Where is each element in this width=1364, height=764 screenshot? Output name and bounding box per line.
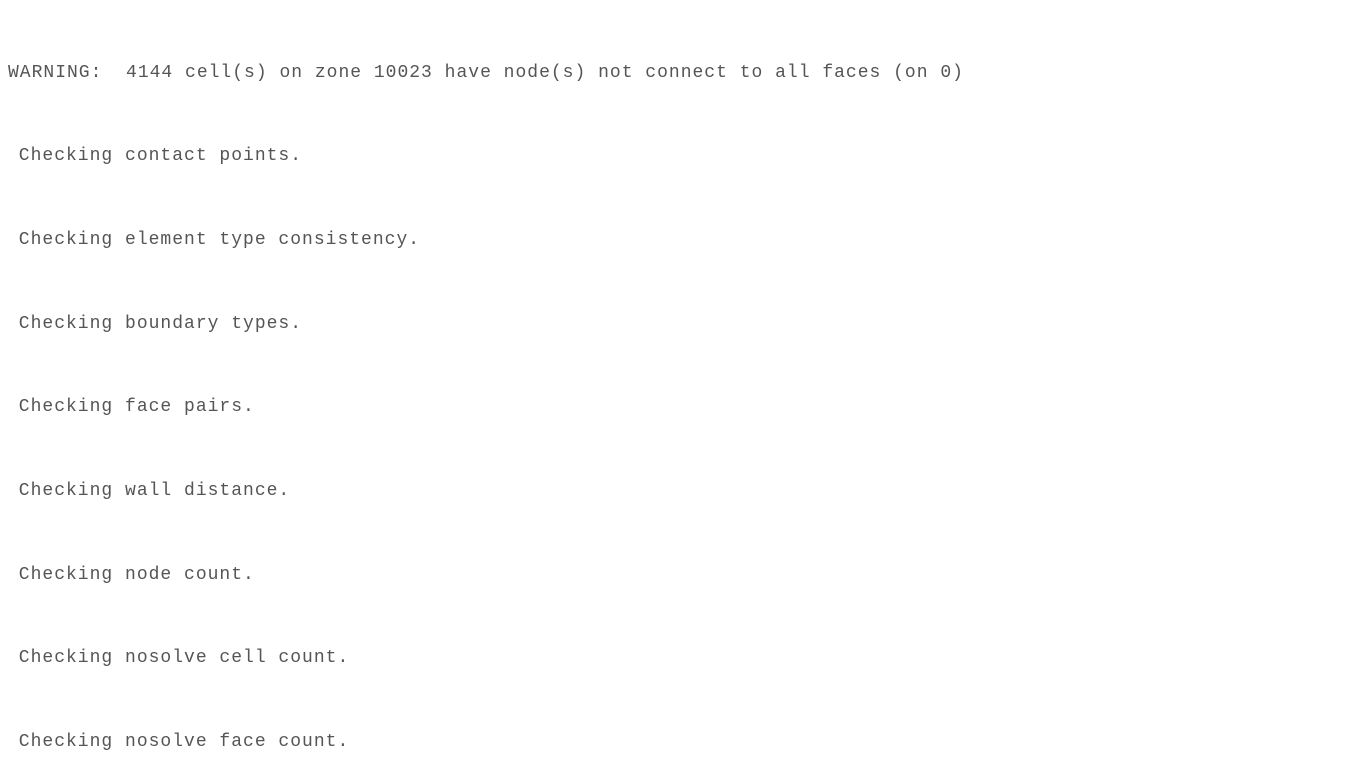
- check-line: Checking node count.: [8, 562, 1356, 590]
- check-line: Checking nosolve face count.: [8, 729, 1356, 757]
- warning-line: WARNING: 4144 cell(s) on zone 10023 have…: [8, 60, 1356, 88]
- check-line: Checking face pairs.: [8, 394, 1356, 422]
- check-line: Checking contact points.: [8, 143, 1356, 171]
- check-line: Checking element type consistency.: [8, 227, 1356, 255]
- console-output: WARNING: 4144 cell(s) on zone 10023 have…: [0, 0, 1364, 764]
- check-line: Checking nosolve cell count.: [8, 645, 1356, 673]
- check-line: Checking wall distance.: [8, 478, 1356, 506]
- check-line: Checking boundary types.: [8, 311, 1356, 339]
